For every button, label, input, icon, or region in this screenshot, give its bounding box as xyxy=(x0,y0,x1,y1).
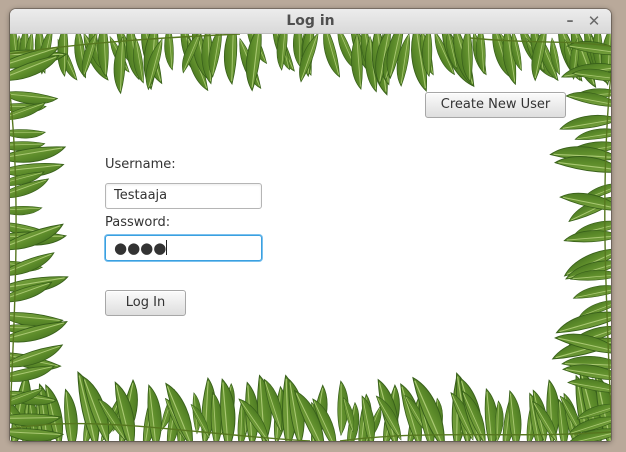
password-label: Password: xyxy=(105,215,171,230)
login-button[interactable]: Log In xyxy=(105,290,186,316)
password-mask: ●●●● xyxy=(114,239,167,257)
login-content: Create New User Username: Testaaja Passw… xyxy=(10,34,611,441)
title-bar[interactable]: Log in – ✕ xyxy=(10,9,611,34)
minimize-icon[interactable]: – xyxy=(561,12,579,30)
close-icon[interactable]: ✕ xyxy=(585,12,603,30)
text-caret xyxy=(166,240,168,255)
username-label: Username: xyxy=(105,157,176,172)
username-input[interactable]: Testaaja xyxy=(105,183,262,209)
login-window: Log in – ✕ Create New User Username: Tes… xyxy=(10,9,611,441)
window-title: Log in xyxy=(286,13,335,29)
create-new-user-button[interactable]: Create New User xyxy=(425,92,566,118)
password-input[interactable]: ●●●● xyxy=(105,235,262,261)
